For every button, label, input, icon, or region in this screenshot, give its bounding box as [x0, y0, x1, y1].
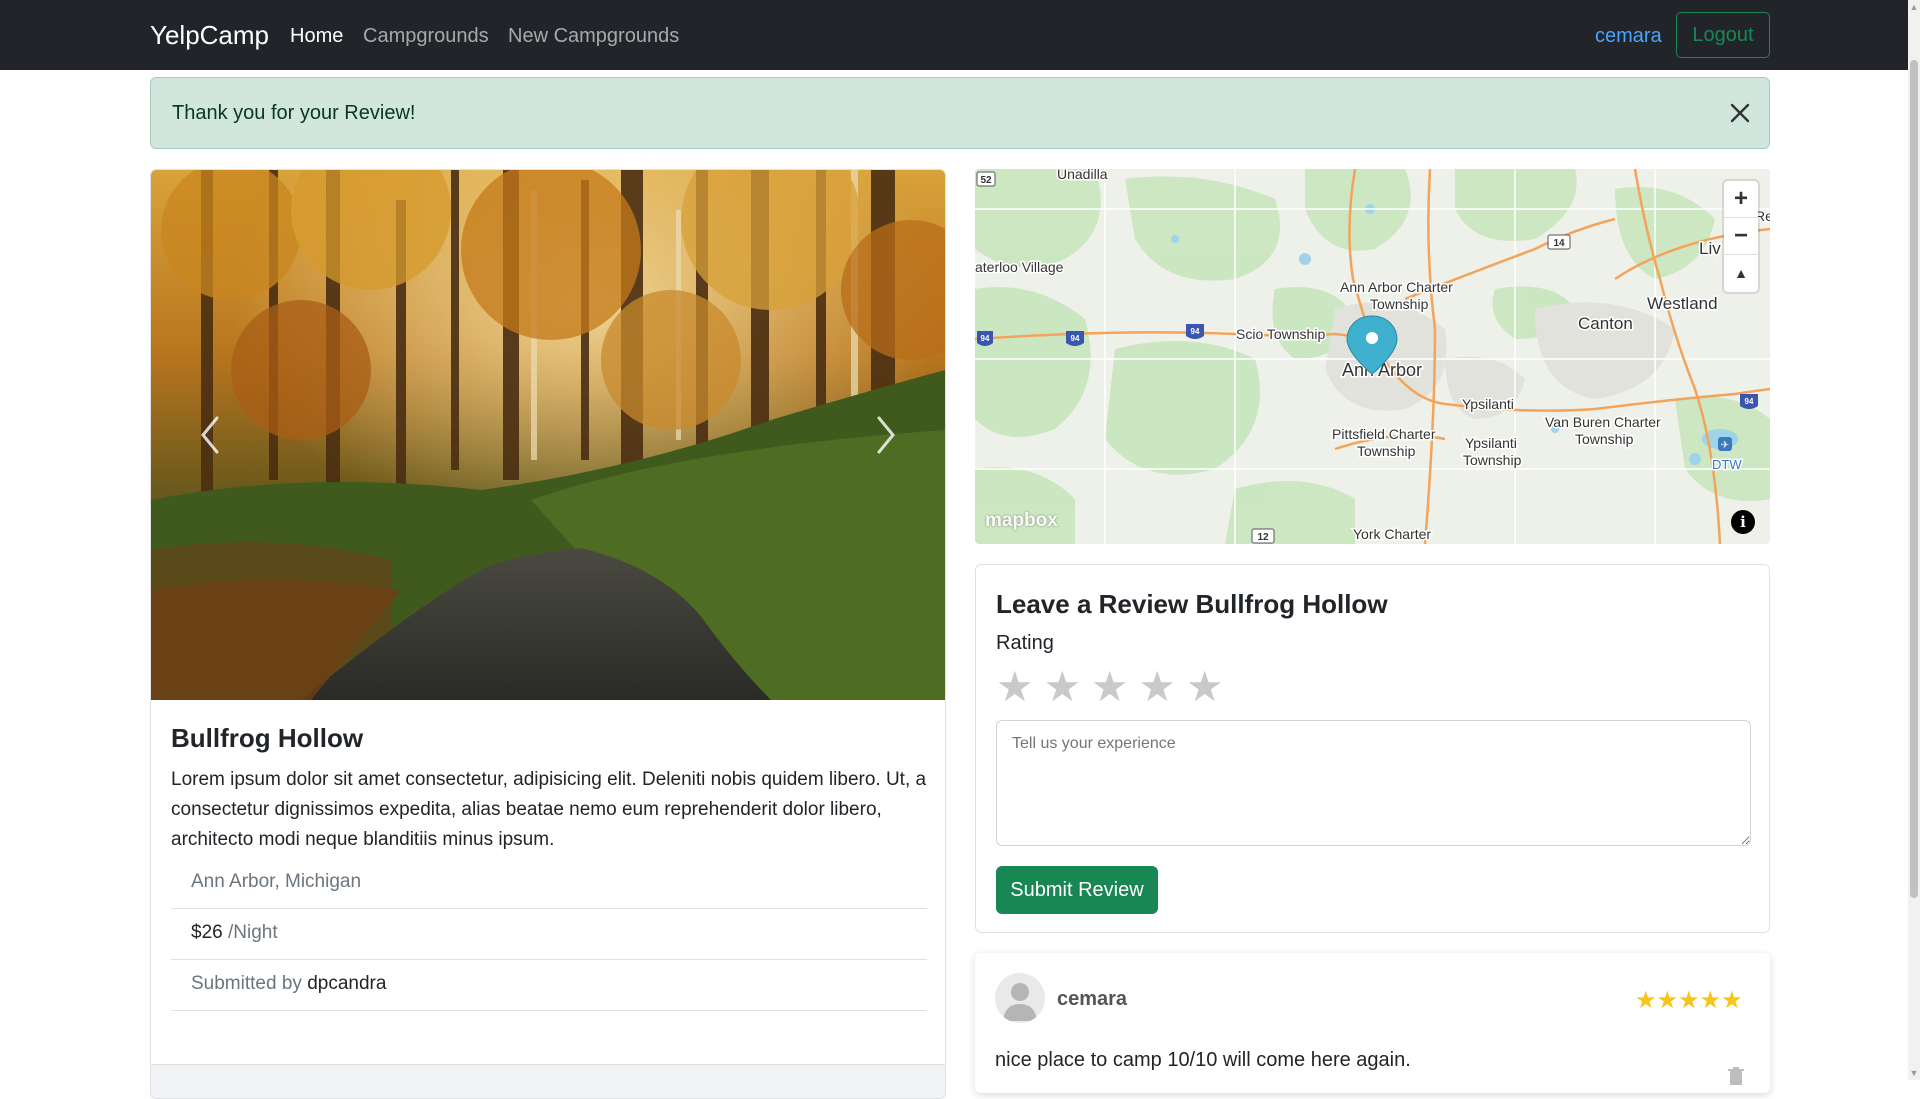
location-text: Ann Arbor, Michigan	[191, 871, 362, 892]
submit-review-button[interactable]: Submit Review	[996, 866, 1158, 914]
map-label-unadilla: Unadilla	[1057, 169, 1108, 182]
star-icon-5[interactable]: ★	[1186, 663, 1229, 711]
campground-title: Bullfrog Hollow	[171, 723, 364, 753]
scrollbar-thumb[interactable]	[1910, 60, 1918, 898]
map-label-aa-township: Township	[1370, 296, 1429, 312]
price-item: $26 /Night	[171, 909, 927, 960]
alert-message: Thank you for your Review!	[172, 102, 416, 124]
map-canvas[interactable]: 52 14 12 94 94 94 94 ✈ Unadilla aterloo …	[975, 169, 1770, 544]
star-icon-1[interactable]: ★	[996, 663, 1039, 711]
map-label-scio: Scio Township	[1236, 326, 1325, 342]
map-shield-94-a: 94	[981, 334, 990, 343]
compass-icon[interactable]: ▲	[1724, 255, 1758, 292]
mapbox-logo[interactable]: mapbox	[985, 510, 1058, 532]
review-item: cemara ★★★★★ nice place to camp 10/10 wi…	[975, 953, 1770, 1093]
star-icon-2[interactable]: ★	[1043, 663, 1086, 711]
map-shield-94-c: 94	[1191, 327, 1200, 336]
navbar: YelpCamp Home Campgrounds New Campground…	[0, 0, 1908, 70]
info-icon[interactable]: i	[1731, 510, 1755, 534]
nav-home-link[interactable]: Home	[290, 25, 343, 48]
author-item: Submitted by dpcandra	[171, 960, 927, 1011]
review-form-card: Leave a Review Bullfrog Hollow Rating ★ …	[975, 564, 1770, 933]
location-item: Ann Arbor, Michigan	[171, 858, 927, 909]
star-icon-3[interactable]: ★	[1091, 663, 1134, 711]
map-label-ypsilanti: Ypsilanti	[1462, 396, 1514, 412]
map-label-waterloo: aterloo Village	[975, 259, 1064, 275]
star-icon-4[interactable]: ★	[1138, 663, 1181, 711]
map-label-ypsilanti-charter: Ypsilanti	[1465, 435, 1517, 451]
map-label-aa-charter: Ann Arbor Charter	[1340, 279, 1453, 295]
scroll-down-arrow-icon[interactable]: ▼	[1908, 1066, 1920, 1080]
close-icon[interactable]	[1723, 96, 1757, 130]
nav-campgrounds-link[interactable]: Campgrounds	[363, 25, 489, 48]
svg-text:✈: ✈	[1721, 440, 1729, 451]
review-star-rating: ★★★★★	[1635, 987, 1743, 1014]
map-shield-52: 52	[980, 175, 992, 186]
zoom-out-icon[interactable]: −	[1724, 218, 1758, 255]
map-label-canton: Canton	[1578, 314, 1633, 333]
zoom-in-icon[interactable]: +	[1724, 181, 1758, 218]
carousel-prev-icon[interactable]	[191, 410, 231, 460]
star-rating-input[interactable]: ★ ★ ★ ★ ★	[996, 663, 1229, 711]
map-label-pittsfield: Pittsfield Charter	[1332, 426, 1436, 442]
submitted-by-label: Submitted by	[191, 973, 302, 994]
logout-button[interactable]: Logout	[1676, 12, 1770, 58]
map-label-ypsilanti-township: Township	[1463, 452, 1522, 468]
nav-username[interactable]: cemara	[1595, 25, 1662, 48]
map-label-westland: Westland	[1647, 294, 1718, 313]
card-footer	[151, 1064, 945, 1098]
map-label-york: York Charter	[1353, 526, 1431, 542]
trash-icon[interactable]	[1727, 1067, 1745, 1087]
map-label-van-buren-township: Township	[1575, 431, 1634, 447]
avatar	[995, 973, 1045, 1023]
price-unit: /Night	[227, 922, 278, 943]
rating-label: Rating	[996, 632, 1054, 654]
user-avatar-icon	[1003, 983, 1037, 1021]
map-shield-94-b: 94	[1071, 334, 1080, 343]
scroll-up-arrow-icon[interactable]: ▲	[1908, 0, 1920, 14]
map-label-dtw: DTW	[1712, 457, 1742, 472]
map-label-liv: Liv	[1699, 239, 1721, 258]
map-label-pittsfield-township: Township	[1357, 443, 1416, 459]
review-text: nice place to camp 10/10 will come here …	[995, 1049, 1411, 1071]
map-shield-12: 12	[1257, 532, 1269, 543]
review-textarea[interactable]	[996, 720, 1751, 846]
map-shield-94-d: 94	[1745, 397, 1754, 406]
campground-card: Bullfrog Hollow Lorem ipsum dolor sit am…	[150, 169, 946, 1099]
campground-photo	[151, 170, 945, 700]
review-form-title: Leave a Review Bullfrog Hollow	[996, 589, 1388, 619]
campground-map[interactable]: 52 14 12 94 94 94 94 ✈ Unadilla aterloo …	[975, 169, 1770, 544]
price-value: $26	[191, 922, 223, 943]
author-name: dpcandra	[307, 973, 387, 994]
brand-logo[interactable]: YelpCamp	[150, 20, 269, 51]
map-zoom-controls: + − ▲	[1724, 181, 1758, 292]
image-carousel[interactable]	[151, 170, 945, 700]
review-author: cemara	[1057, 988, 1128, 1010]
nav-new-campground-link[interactable]: New Campgrounds	[508, 25, 679, 48]
map-shield-14: 14	[1553, 238, 1565, 249]
success-alert: Thank you for your Review!	[150, 77, 1770, 149]
campground-info-list: Ann Arbor, Michigan $26 /Night Submitted…	[171, 858, 927, 1011]
campground-description: Lorem ipsum dolor sit amet consectetur, …	[171, 769, 927, 850]
map-label-van-buren: Van Buren Charter	[1545, 414, 1661, 430]
carousel-next-icon[interactable]	[865, 410, 905, 460]
